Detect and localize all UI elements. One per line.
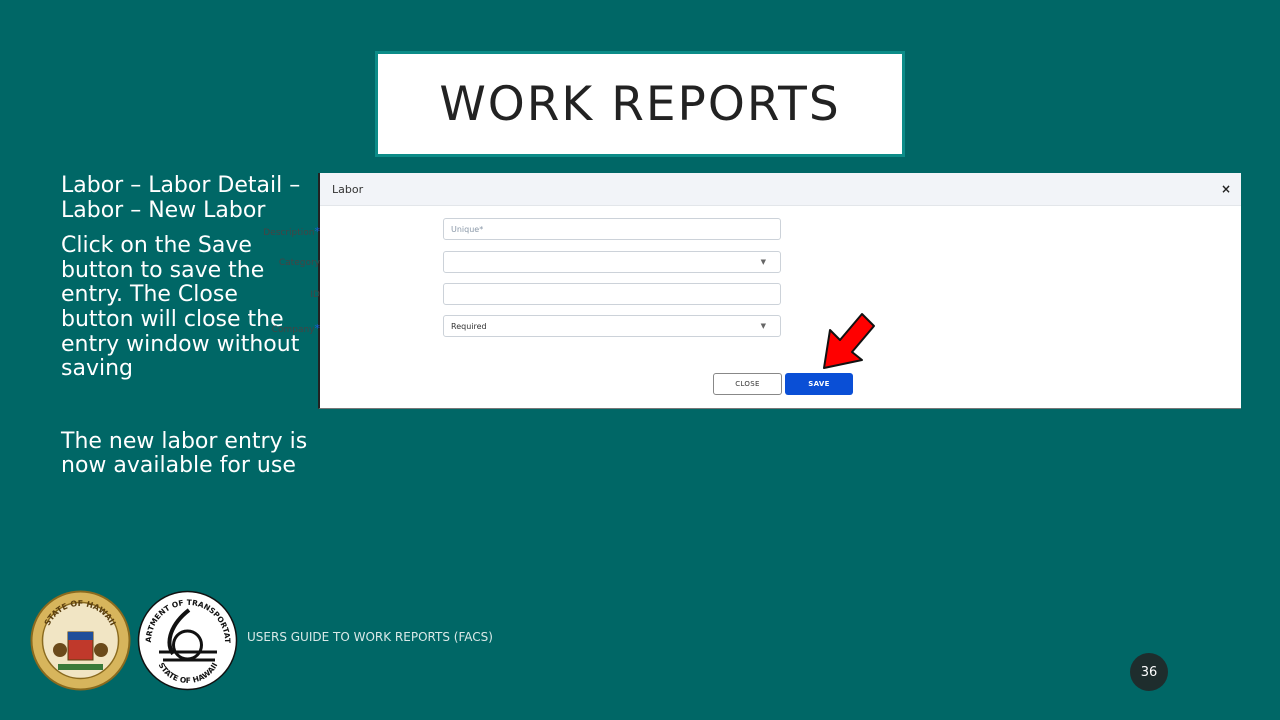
state-seal-logo: STATE OF HAWAII [30, 590, 131, 691]
close-icon[interactable]: × [1221, 182, 1231, 196]
required-mark: * [314, 322, 321, 335]
footer-text: USERS GUIDE TO WORK REPORTS (FACS) [247, 630, 493, 644]
save-button[interactable]: SAVE [785, 373, 853, 395]
labor-dialog: Labor × Description* Unique* Category ▼ … [263, 173, 1241, 409]
description-label: Description* [263, 225, 321, 238]
red-arrow-icon [823, 313, 875, 369]
required-mark: * [314, 225, 321, 238]
company-select[interactable]: Required ▼ [443, 315, 781, 337]
close-button[interactable]: CLOSE [713, 373, 782, 395]
company-value: Required [451, 321, 487, 331]
slide-title: WORK REPORTS [439, 76, 841, 132]
dialog-header: Labor × [320, 173, 1241, 206]
company-label: Company* [271, 322, 321, 335]
category-label: Category [278, 258, 320, 268]
status-paragraph: The new labor entry is now available for… [61, 428, 308, 479]
chevron-down-icon: ▼ [760, 322, 766, 330]
id-label: ID [310, 290, 320, 300]
page-number: 36 [1130, 653, 1168, 691]
slide-title-box: WORK REPORTS [375, 51, 905, 157]
id-input[interactable] [443, 283, 781, 305]
dot-seal-logo: DEPARTMENT OF TRANSPORTATION STATE OF HA… [137, 590, 238, 691]
description-input[interactable]: Unique* [443, 218, 781, 240]
category-select[interactable]: ▼ [443, 251, 781, 273]
chevron-down-icon: ▼ [760, 258, 766, 266]
instruction-paragraph: Click on the Save button to save the ent… [61, 233, 300, 382]
dialog-title: Labor [332, 182, 364, 196]
breadcrumb-text: Labor – Labor Detail – Labor – New Labor [61, 173, 301, 223]
